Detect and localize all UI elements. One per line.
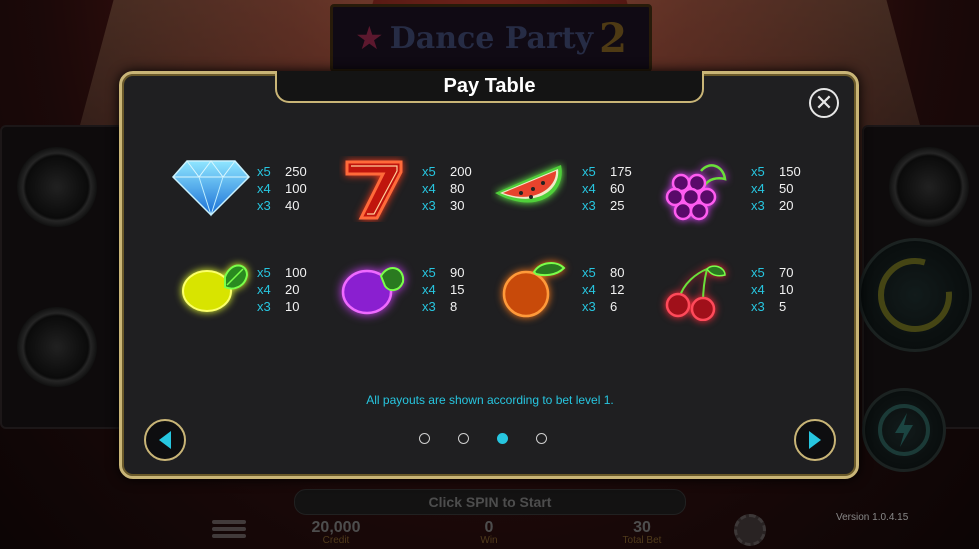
payout-amount: 10 [779,282,794,297]
watermelon-icon [490,158,568,220]
grapes-icon [664,158,732,222]
payout-multiplier: x4 [257,282,271,297]
payout-multiplier: x5 [257,265,271,280]
payout-multiplier: x5 [257,164,271,179]
lemon-payouts: x5 100 x4 20 x3 10 [257,264,307,315]
payout-multiplier: x3 [422,198,436,213]
payout-amount: 5 [779,299,787,314]
watermelon-payouts: x5 175 x4 60 x3 25 [582,163,632,214]
payout-amount: 20 [779,198,794,213]
payout-amount: 100 [285,265,307,280]
page-indicator [419,433,547,444]
payout-amount: 70 [779,265,794,280]
payout-multiplier: x3 [582,198,596,213]
page-dot-1[interactable] [419,433,430,444]
payout-amount: 30 [450,198,465,213]
payout-multiplier: x3 [582,299,596,314]
payout-multiplier: x5 [422,265,436,280]
diamond-payouts: x5 250 x4 100 x3 40 [257,163,307,214]
next-page-button[interactable] [794,419,836,461]
payout-multiplier: x3 [257,198,271,213]
payout-multiplier: x5 [582,164,596,179]
orange-icon [498,258,570,320]
arrow-left-icon [159,431,171,449]
payout-amount: 25 [610,198,625,213]
close-icon: ✕ [814,90,834,115]
payout-amount: 80 [450,181,465,196]
payout-amount: 50 [779,181,794,196]
payout-footnote: All payouts are shown according to bet l… [366,393,614,407]
payout-multiplier: x3 [751,299,765,314]
payout-amount: 250 [285,164,307,179]
lemon-icon [176,256,252,318]
close-button[interactable]: ✕ [809,88,839,118]
payout-multiplier: x4 [422,181,436,196]
payout-multiplier: x5 [751,164,765,179]
arrow-right-icon [809,431,821,449]
seven-icon [338,155,410,223]
page-dot-3[interactable] [497,433,508,444]
payout-amount: 100 [285,181,307,196]
payout-amount: 15 [450,282,465,297]
payout-multiplier: x4 [422,282,436,297]
payout-amount: 8 [450,299,458,314]
diamond-icon [170,155,252,220]
payout-amount: 6 [610,299,618,314]
payout-amount: 60 [610,181,625,196]
plum-payouts: x5 90 x4 15 x3 8 [422,264,464,315]
payout-amount: 80 [610,265,625,280]
cherry-icon [662,262,728,322]
orange-payouts: x5 80 x4 12 x3 6 [582,264,624,315]
payout-multiplier: x4 [751,282,765,297]
payout-amount: 200 [450,164,472,179]
payout-amount: 90 [450,265,465,280]
payout-amount: 20 [285,282,300,297]
payout-amount: 12 [610,282,625,297]
payout-multiplier: x5 [751,265,765,280]
seven-payouts: x5 200 x4 80 x3 30 [422,163,472,214]
grapes-payouts: x5 150 x4 50 x3 20 [751,163,801,214]
payout-amount: 40 [285,198,300,213]
payout-multiplier: x5 [582,265,596,280]
payout-multiplier: x4 [257,181,271,196]
payout-multiplier: x4 [582,181,596,196]
payout-multiplier: x3 [751,198,765,213]
page-dot-2[interactable] [458,433,469,444]
payout-amount: 175 [610,164,632,179]
payout-multiplier: x3 [422,299,436,314]
plum-icon [336,258,410,318]
payout-multiplier: x4 [751,181,765,196]
payout-multiplier: x4 [582,282,596,297]
cherry-payouts: x5 70 x4 10 x3 5 [751,264,793,315]
payout-amount: 150 [779,164,801,179]
payout-multiplier: x3 [257,299,271,314]
payout-multiplier: x5 [422,164,436,179]
payout-amount: 10 [285,299,300,314]
paytable-title-tab: Pay Table [275,71,704,103]
page-dot-4[interactable] [536,433,547,444]
prev-page-button[interactable] [144,419,186,461]
paytable-title: Pay Table [443,74,536,97]
